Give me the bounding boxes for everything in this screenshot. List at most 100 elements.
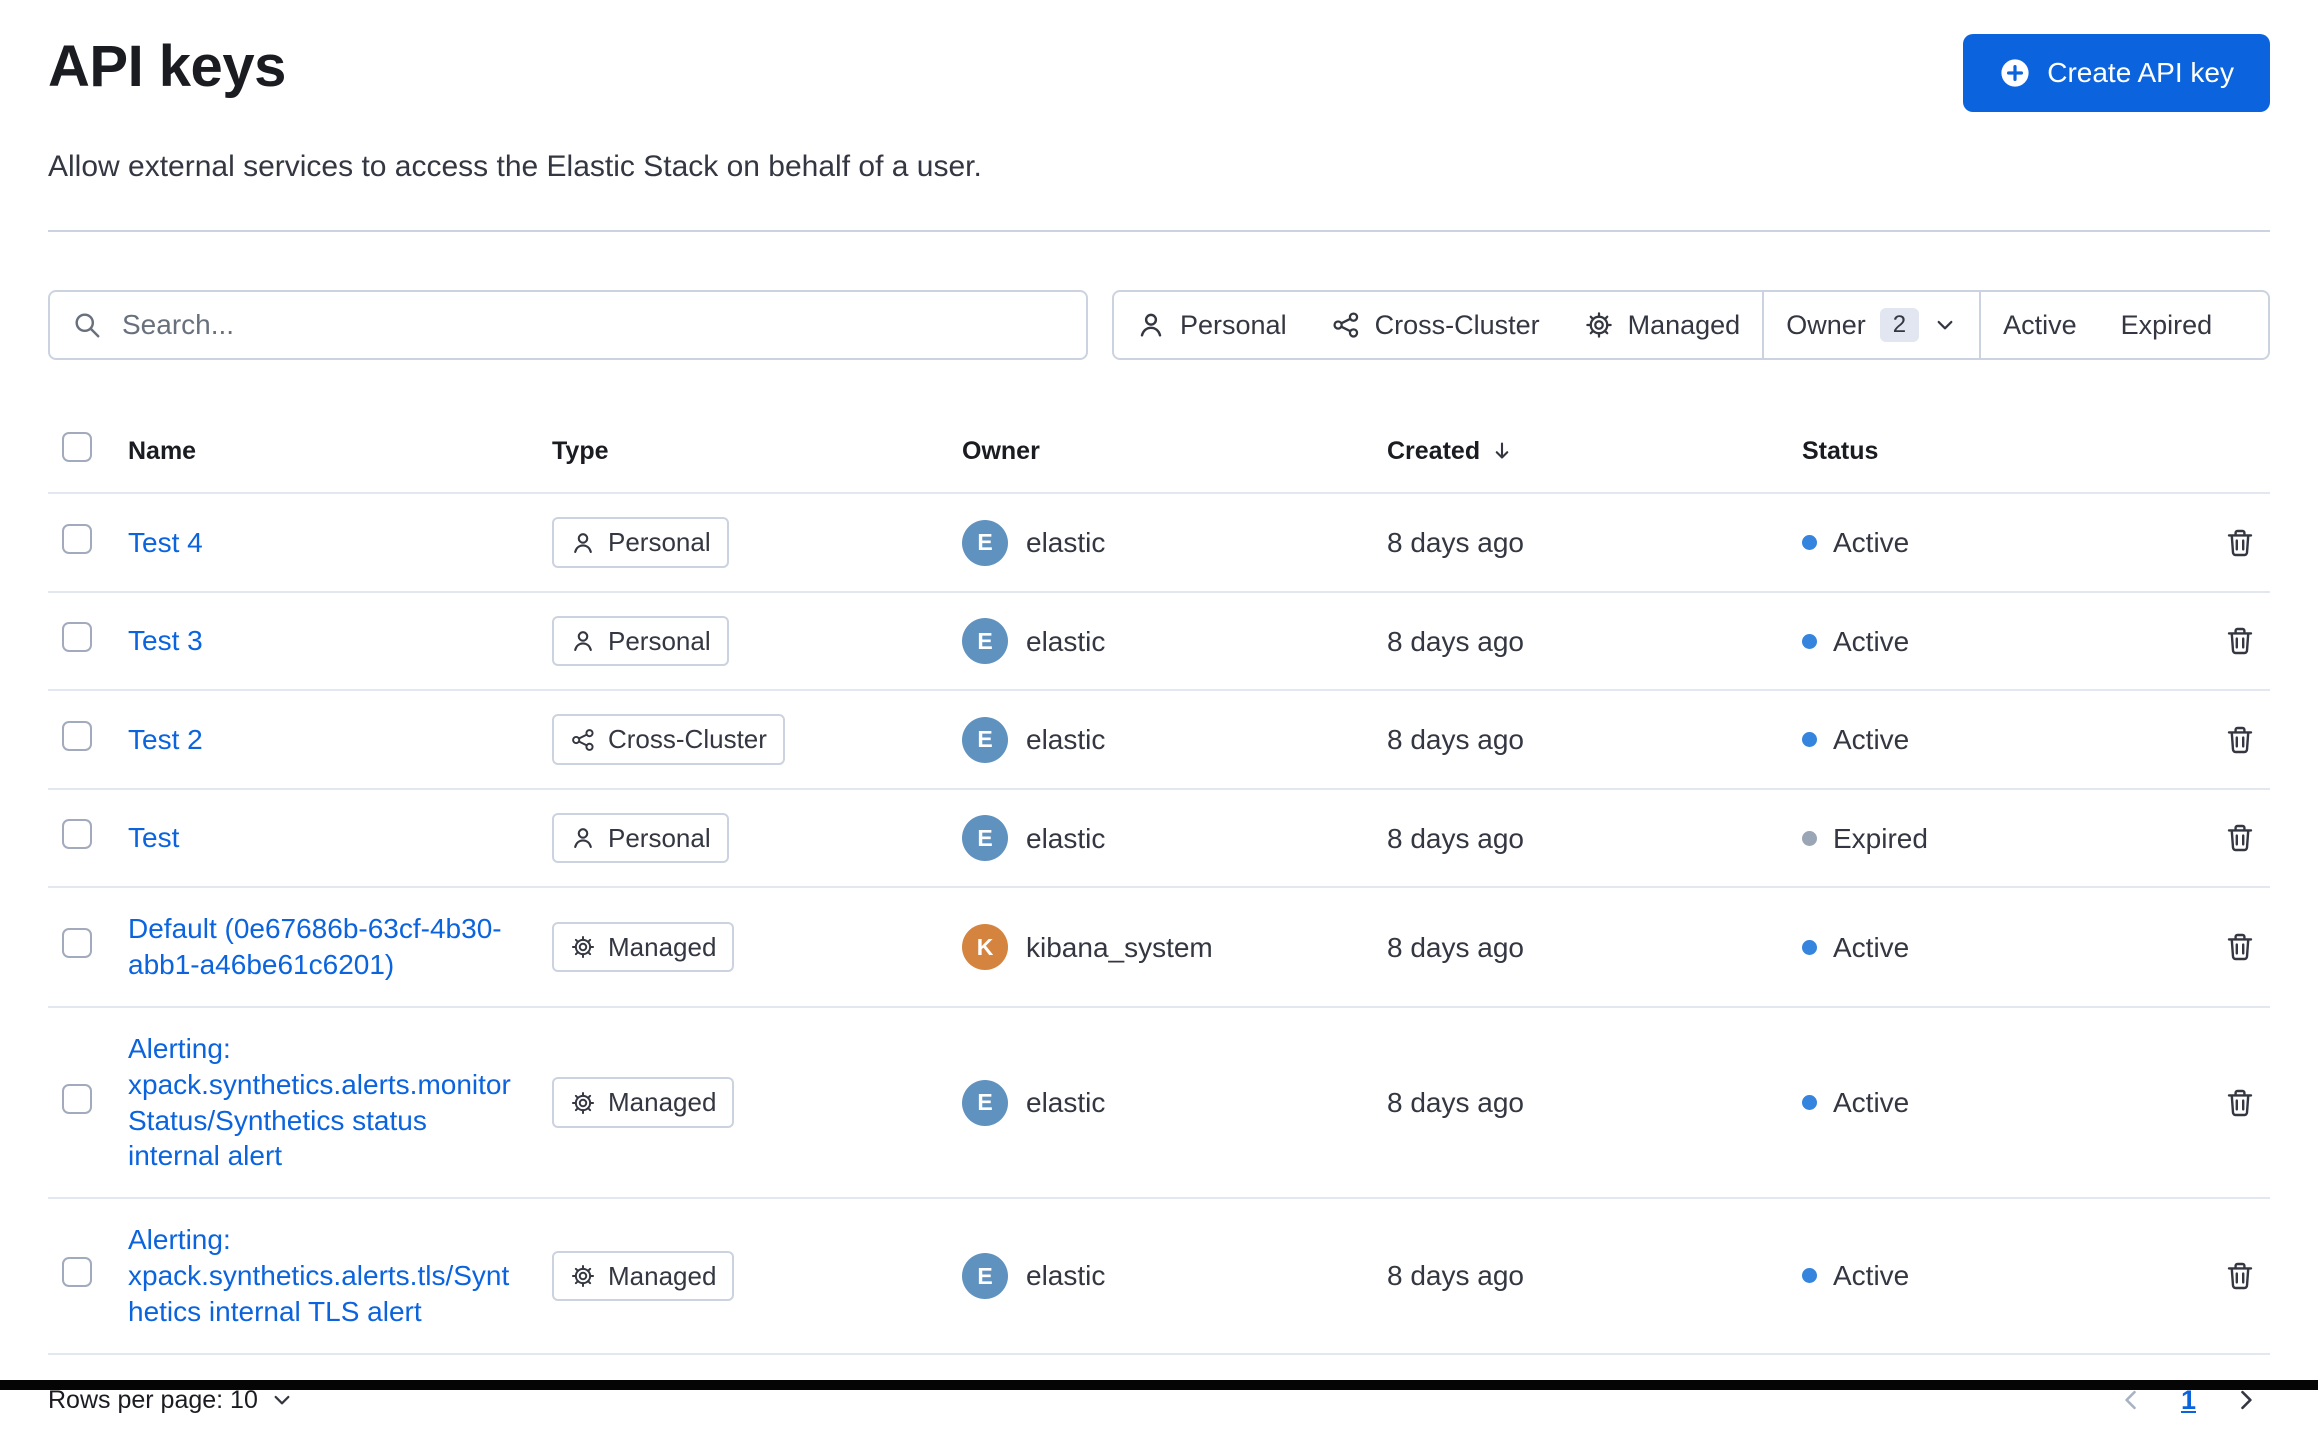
type-badge-label: Managed: [608, 1260, 717, 1291]
status-dot: [1802, 732, 1817, 747]
api-key-name-link[interactable]: Alerting: xpack.synthetics.alerts.monito…: [128, 1031, 520, 1174]
column-header-type[interactable]: Type: [552, 436, 962, 467]
rows-per-page-label: Rows per page: 10: [48, 1385, 258, 1414]
sort-descending-icon: [1490, 439, 1514, 463]
filter-cross-cluster[interactable]: Cross-Cluster: [1309, 292, 1562, 358]
gear-icon: [570, 1090, 596, 1116]
created-value: 8 days ago: [1387, 625, 1524, 657]
type-badge: Personal: [552, 812, 729, 864]
column-header-name[interactable]: Name: [128, 436, 552, 467]
gear-icon: [570, 1263, 596, 1289]
delete-icon[interactable]: [2224, 527, 2256, 559]
created-value: 8 days ago: [1387, 1260, 1524, 1292]
type-badge-label: Personal: [608, 822, 711, 853]
person-icon: [570, 628, 596, 654]
table-row: Alerting: xpack.synthetics.alerts.tls/Sy…: [48, 1199, 2270, 1355]
row-checkbox[interactable]: [62, 720, 92, 751]
row-checkbox[interactable]: [62, 1256, 92, 1287]
page-title: API keys: [48, 34, 286, 99]
table-row: Test 2 Cross-Cluster Eelastic 8 days ago…: [48, 691, 2270, 790]
api-key-name-link[interactable]: Default (0e67686b-63cf-4b30-abb1-a46be61…: [128, 911, 520, 983]
owner-name: kibana_system: [1026, 931, 1213, 963]
plus-in-circle-icon: [1999, 57, 2031, 89]
chevron-down-icon: [270, 1388, 294, 1412]
status-label: Active: [1833, 1087, 1910, 1119]
select-all-checkbox[interactable]: [62, 432, 92, 462]
gear-icon: [1584, 310, 1614, 340]
row-checkbox[interactable]: [62, 622, 92, 652]
filter-cross-cluster-label: Cross-Cluster: [1374, 309, 1540, 340]
created-value: 8 days ago: [1387, 931, 1524, 963]
delete-icon[interactable]: [2224, 1087, 2256, 1119]
search-input[interactable]: [120, 308, 1064, 342]
table-row: Test 4 Personal Eelastic 8 days ago Acti…: [48, 494, 2270, 593]
delete-icon[interactable]: [2224, 625, 2256, 657]
delete-icon[interactable]: [2224, 724, 2256, 756]
type-badge-label: Personal: [608, 625, 711, 656]
status-label: Active: [1833, 1260, 1910, 1292]
filter-owner-dropdown[interactable]: Owner 2: [1764, 292, 1979, 358]
type-badge: Personal: [552, 615, 729, 667]
owner-name: elastic: [1026, 822, 1106, 854]
filter-personal-label: Personal: [1180, 309, 1287, 340]
status-dot: [1802, 1095, 1817, 1111]
api-key-name-link[interactable]: Test 4: [128, 525, 203, 561]
status-dot: [1802, 535, 1817, 550]
person-icon: [1136, 310, 1166, 340]
owner-avatar: E: [962, 716, 1008, 763]
created-value: 8 days ago: [1387, 527, 1524, 558]
table-footer: Rows per page: 10 1: [48, 1385, 2270, 1446]
row-checkbox[interactable]: [62, 523, 92, 554]
type-badge-label: Cross-Cluster: [608, 724, 767, 755]
filter-managed[interactable]: Managed: [1562, 292, 1763, 358]
owner-name: elastic: [1026, 527, 1106, 558]
previous-page-icon[interactable]: [2117, 1386, 2145, 1414]
row-checkbox[interactable]: [62, 819, 92, 849]
status-label: Active: [1833, 931, 1910, 963]
row-checkbox[interactable]: [62, 1083, 92, 1114]
filter-personal[interactable]: Personal: [1114, 292, 1309, 358]
api-key-name-link[interactable]: Test 3: [128, 623, 203, 659]
column-header-created[interactable]: Created: [1387, 436, 1802, 467]
type-badge: Personal: [552, 517, 729, 568]
page-subtitle: Allow external services to access the El…: [48, 150, 982, 183]
owner-avatar: E: [962, 618, 1008, 664]
api-key-name-link[interactable]: Test 2: [128, 722, 203, 758]
column-header-owner[interactable]: Owner: [962, 436, 1387, 467]
status-dot: [1802, 1268, 1817, 1284]
header-divider: [48, 230, 2270, 232]
api-key-name-link[interactable]: Test: [128, 820, 179, 856]
table-row: Test Personal Eelastic 8 days ago Expire…: [48, 790, 2270, 889]
search-and-filter-bar: Personal Cross-Cluster Managed Owner 2 A…: [48, 290, 2270, 360]
type-badge-label: Managed: [608, 1087, 717, 1118]
search-box: [48, 290, 1088, 360]
status-dot: [1802, 939, 1817, 955]
create-api-key-label: Create API key: [2047, 57, 2234, 88]
column-header-status[interactable]: Status: [1802, 436, 2190, 467]
cross-cluster-icon: [1331, 310, 1361, 340]
create-api-key-button[interactable]: Create API key: [1963, 34, 2270, 112]
api-keys-page: API keys Create API key Allow external s…: [0, 0, 2318, 1446]
type-badge: Cross-Cluster: [552, 714, 785, 765]
rows-per-page-button[interactable]: Rows per page: 10: [48, 1386, 294, 1415]
row-checkbox[interactable]: [62, 928, 92, 959]
owner-name: elastic: [1026, 1087, 1106, 1119]
filter-active[interactable]: Active: [1981, 292, 2099, 358]
api-key-name-link[interactable]: Alerting: xpack.synthetics.alerts.tls/Sy…: [128, 1222, 520, 1329]
next-page-icon[interactable]: [2232, 1386, 2260, 1414]
owner-name: elastic: [1026, 1260, 1106, 1292]
delete-icon[interactable]: [2224, 931, 2256, 963]
filter-expired[interactable]: Expired: [2099, 292, 2235, 358]
delete-icon[interactable]: [2224, 1260, 2256, 1292]
chevron-down-icon: [1933, 313, 1957, 337]
owner-avatar: E: [962, 815, 1008, 861]
filter-expired-label: Expired: [2120, 309, 2213, 340]
owner-name: elastic: [1026, 724, 1106, 755]
owner-name: elastic: [1026, 625, 1106, 657]
status-dot: [1802, 830, 1817, 846]
status-dot: [1802, 633, 1817, 649]
type-badge: Managed: [552, 1250, 735, 1302]
status-label: Active: [1833, 527, 1910, 558]
delete-icon[interactable]: [2224, 822, 2256, 854]
filter-owner-label: Owner: [1786, 309, 1866, 340]
